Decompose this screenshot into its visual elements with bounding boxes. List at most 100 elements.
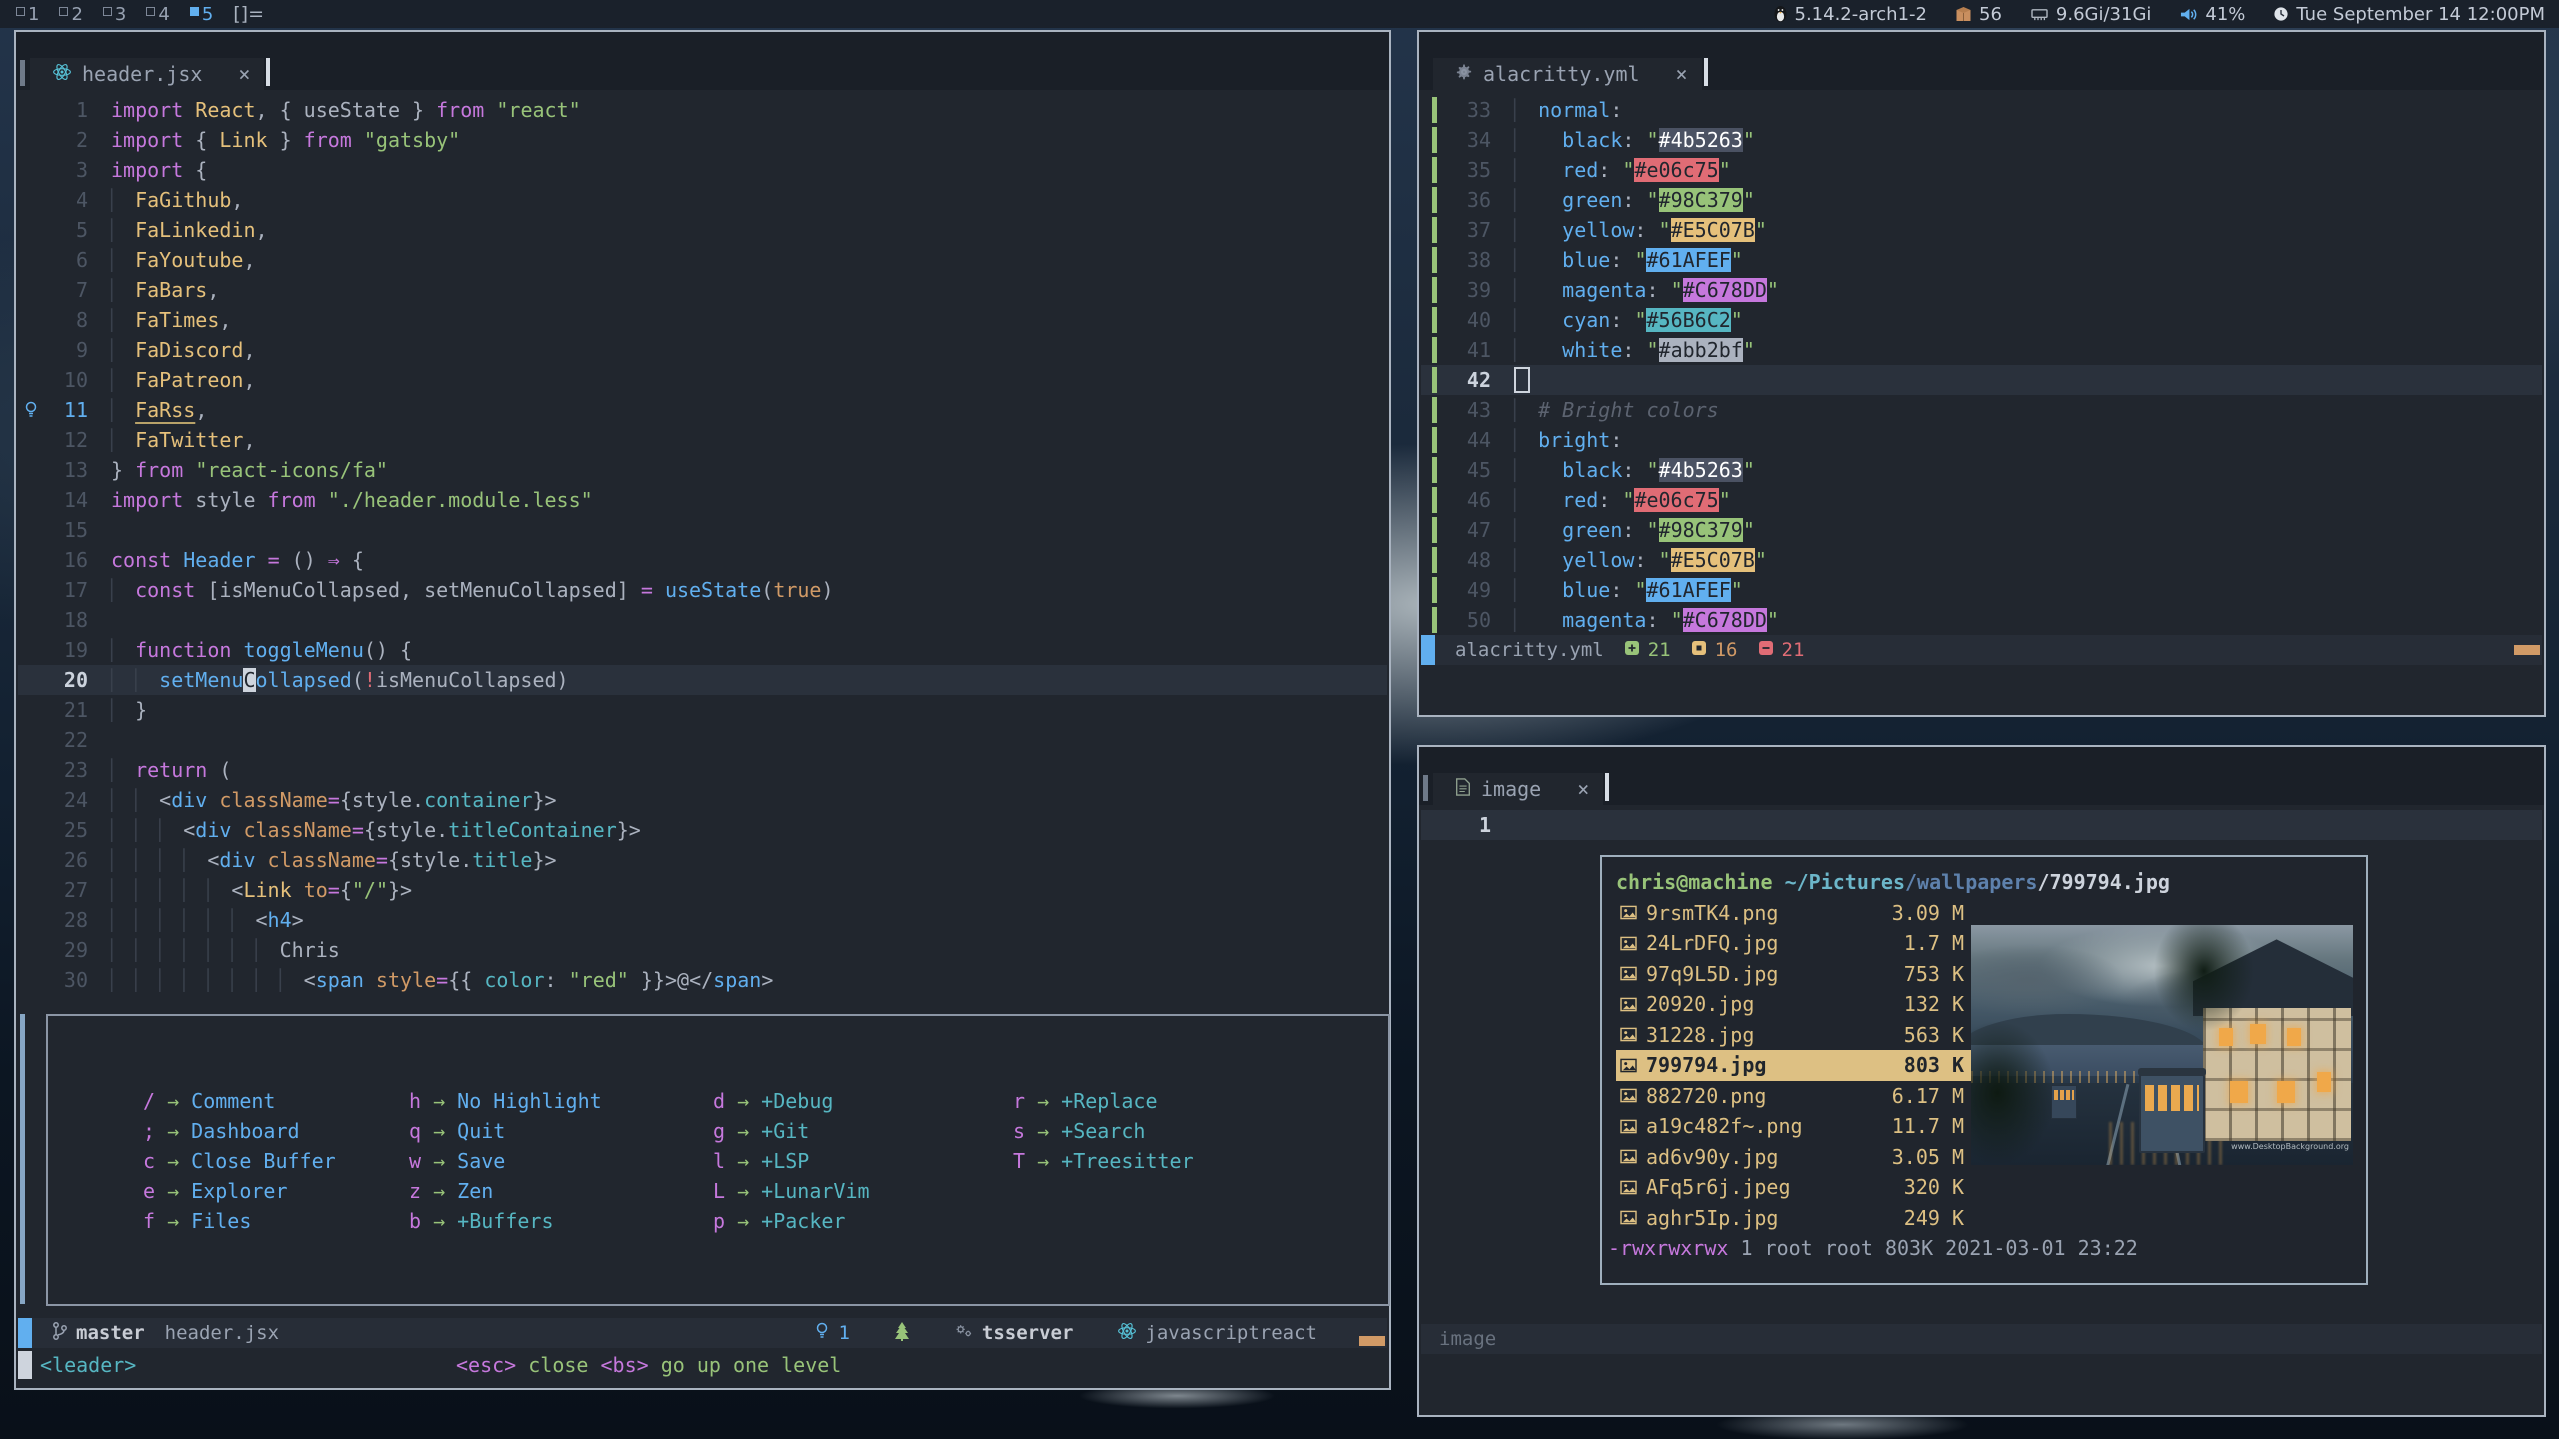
code-line-10[interactable]: 10▏ FaPatreon,: [18, 365, 1387, 395]
code-line-14[interactable]: 14import style from "./header.module.les…: [18, 485, 1387, 515]
code-line-48[interactable]: 48▏ yellow: "#E5C07B": [1421, 545, 2542, 575]
file-row-AFq5r6j.jpeg[interactable]: AFq5r6j.jpeg320 K: [1616, 1172, 1974, 1203]
code-line-19[interactable]: 19▏ function toggleMenu() {: [18, 635, 1387, 665]
tab-image[interactable]: image ×: [1433, 773, 1603, 805]
code-line-21[interactable]: 21▏ }: [18, 695, 1387, 725]
code-line-20[interactable]: 20▏ ▏ setMenuCollapsed(!isMenuCollapsed): [18, 665, 1387, 695]
code-line-16[interactable]: 16const Header = () ⇒ {: [18, 545, 1387, 575]
code-area[interactable]: 1: [1421, 810, 2542, 840]
code-line-2[interactable]: 2import { Link } from "gatsby": [18, 125, 1387, 155]
code-line-29[interactable]: 29▏ ▏ ▏ ▏ ▏ ▏ ▏ Chris: [18, 935, 1387, 965]
code-line-1[interactable]: 1: [1421, 810, 2542, 840]
whichkey-binding-L[interactable]: L → +LunarVim: [713, 1176, 1013, 1206]
workspace-3[interactable]: 3: [97, 4, 132, 25]
cmdline[interactable]: <leader> <esc> close <bs> go up one leve…: [18, 1350, 1387, 1380]
file-row-20920.jpg[interactable]: 20920.jpg132 K: [1616, 989, 1974, 1020]
code-line-15[interactable]: 15: [18, 515, 1387, 545]
tab-header-jsx[interactable]: header.jsx ×: [30, 58, 264, 90]
close-icon[interactable]: ×: [238, 62, 250, 86]
code-line-35[interactable]: 35▏ red: "#e06c75": [1421, 155, 2542, 185]
code-line-39[interactable]: 39▏ magenta: "#C678DD": [1421, 275, 2542, 305]
code-line-13[interactable]: 13} from "react-icons/fa": [18, 455, 1387, 485]
file-row-9rsmTK4.png[interactable]: 9rsmTK4.png3.09 M: [1616, 898, 1974, 929]
whichkey-binding-p[interactable]: p → +Packer: [713, 1206, 1013, 1236]
code-line-38[interactable]: 38▏ blue: "#61AFEF": [1421, 245, 2542, 275]
code-line-23[interactable]: 23▏ return (: [18, 755, 1387, 785]
code-line-25[interactable]: 25▏ ▏ ▏ <div className={style.titleConta…: [18, 815, 1387, 845]
code-line-22[interactable]: 22: [18, 725, 1387, 755]
editor-window-alacritty-yml[interactable]: alacritty.yml × 33▏ normal:34▏ black: "#…: [1417, 30, 2546, 717]
code-line-49[interactable]: 49▏ blue: "#61AFEF": [1421, 575, 2542, 605]
code-area[interactable]: 33▏ normal:34▏ black: "#4b5263"35▏ red: …: [1421, 95, 2542, 635]
code-line-28[interactable]: 28▏ ▏ ▏ ▏ ▏ ▏ <h4>: [18, 905, 1387, 935]
whichkey-binding-b[interactable]: b → +Buffers: [409, 1206, 713, 1236]
whichkey-binding-r[interactable]: r → +Replace: [1013, 1086, 1333, 1116]
code-line-4[interactable]: 4▏ FaGithub,: [18, 185, 1387, 215]
file-row-882720.png[interactable]: 882720.png6.17 M: [1616, 1081, 1974, 1112]
whichkey-binding-h[interactable]: h → No Highlight: [409, 1086, 713, 1116]
scrollbar[interactable]: [20, 1014, 25, 1304]
whichkey-binding-z[interactable]: z → Zen: [409, 1176, 713, 1206]
close-icon[interactable]: ×: [1577, 777, 1589, 801]
git-branch[interactable]: master: [76, 1322, 145, 1344]
code-line-7[interactable]: 7▏ FaBars,: [18, 275, 1387, 305]
code-line-6[interactable]: 6▏ FaYoutube,: [18, 245, 1387, 275]
code-line-18[interactable]: 18: [18, 605, 1387, 635]
workspace-square-icon: [146, 7, 155, 16]
code-line-50[interactable]: 50▏ magenta: "#C678DD": [1421, 605, 2542, 635]
workspace-1[interactable]: 1: [10, 4, 45, 25]
code-line-41[interactable]: 41▏ white: "#abb2bf": [1421, 335, 2542, 365]
whichkey-binding-c[interactable]: c → Close Buffer: [143, 1146, 409, 1176]
whichkey-binding-s[interactable]: s → +Search: [1013, 1116, 1333, 1146]
code-line-27[interactable]: 27▏ ▏ ▏ ▏ ▏ <Link to={"/"}>: [18, 875, 1387, 905]
code-line-26[interactable]: 26▏ ▏ ▏ ▏ <div className={style.title}>: [18, 845, 1387, 875]
workspace-4[interactable]: 4: [140, 4, 175, 25]
code-line-45[interactable]: 45▏ black: "#4b5263": [1421, 455, 2542, 485]
code-line-33[interactable]: 33▏ normal:: [1421, 95, 2542, 125]
file-row-a19c482f~.png[interactable]: a19c482f~.png11.7 M: [1616, 1111, 1974, 1142]
code-line-46[interactable]: 46▏ red: "#e06c75": [1421, 485, 2542, 515]
code-line-40[interactable]: 40▏ cyan: "#56B6C2": [1421, 305, 2542, 335]
file-row-24LrDFQ.jpg[interactable]: 24LrDFQ.jpg1.7 M: [1616, 928, 1974, 959]
code-line-34[interactable]: 34▏ black: "#4b5263": [1421, 125, 2542, 155]
whichkey-binding-l[interactable]: l → +LSP: [713, 1146, 1013, 1176]
file-row-31228.jpg[interactable]: 31228.jpg563 K: [1616, 1020, 1974, 1051]
close-icon[interactable]: ×: [1676, 62, 1688, 86]
whichkey-binding-e[interactable]: e → Explorer: [143, 1176, 409, 1206]
file-row-97q9L5D.jpg[interactable]: 97q9L5D.jpg753 K: [1616, 959, 1974, 990]
whichkey-binding-q[interactable]: q → Quit: [409, 1116, 713, 1146]
file-row-ad6v90y.jpg[interactable]: ad6v90y.jpg3.05 M: [1616, 1142, 1974, 1173]
code-line-9[interactable]: 9▏ FaDiscord,: [18, 335, 1387, 365]
code-line-17[interactable]: 17▏ const [isMenuCollapsed, setMenuColla…: [18, 575, 1387, 605]
whichkey-binding-;[interactable]: ; → Dashboard: [143, 1116, 409, 1146]
workspace-5[interactable]: 5: [184, 4, 219, 25]
editor-window-header-jsx[interactable]: header.jsx × 1import React, { useState }…: [14, 30, 1391, 1390]
whichkey-binding-f[interactable]: f → Files: [143, 1206, 409, 1236]
whichkey-binding-/[interactable]: / → Comment: [143, 1086, 409, 1116]
whichkey-binding-T[interactable]: T → +Treesitter: [1013, 1146, 1333, 1176]
diagnostic-count[interactable]: 1: [838, 1322, 849, 1344]
code-line-8[interactable]: 8▏ FaTimes,: [18, 305, 1387, 335]
code-line-47[interactable]: 47▏ green: "#98C379": [1421, 515, 2542, 545]
whichkey-binding-g[interactable]: g → +Git: [713, 1116, 1013, 1146]
workspace-2[interactable]: 2: [53, 4, 88, 25]
terminal-window-image[interactable]: image × 1 chris@machine ~/Pictures/wallp…: [1417, 745, 2546, 1417]
code-line-42[interactable]: 42: [1421, 365, 2542, 395]
code-line-1[interactable]: 1import React, { useState } from "react": [18, 95, 1387, 125]
code-line-11[interactable]: 11▏ FaRss,: [18, 395, 1387, 425]
whichkey-binding-w[interactable]: w → Save: [409, 1146, 713, 1176]
code-line-44[interactable]: 44▏ bright:: [1421, 425, 2542, 455]
code-line-24[interactable]: 24▏ ▏ <div className={style.container}>: [18, 785, 1387, 815]
code-line-37[interactable]: 37▏ yellow: "#E5C07B": [1421, 215, 2542, 245]
code-line-36[interactable]: 36▏ green: "#98C379": [1421, 185, 2542, 215]
code-line-3[interactable]: 3import {: [18, 155, 1387, 185]
file-row-799794.jpg[interactable]: 799794.jpg803 K: [1616, 1050, 1974, 1081]
code-line-30[interactable]: 30▏ ▏ ▏ ▏ ▏ ▏ ▏ ▏ <span style={{ color: …: [18, 965, 1387, 995]
tab-alacritty-yml[interactable]: alacritty.yml ×: [1433, 58, 1702, 90]
file-row-aghr5Ip.jpg[interactable]: aghr5Ip.jpg249 K: [1616, 1203, 1974, 1234]
code-line-5[interactable]: 5▏ FaLinkedin,: [18, 215, 1387, 245]
code-line-43[interactable]: 43▏ # Bright colors: [1421, 395, 2542, 425]
whichkey-binding-d[interactable]: d → +Debug: [713, 1086, 1013, 1116]
code-area[interactable]: 1import React, { useState } from "react"…: [18, 95, 1387, 995]
code-line-12[interactable]: 12▏ FaTwitter,: [18, 425, 1387, 455]
